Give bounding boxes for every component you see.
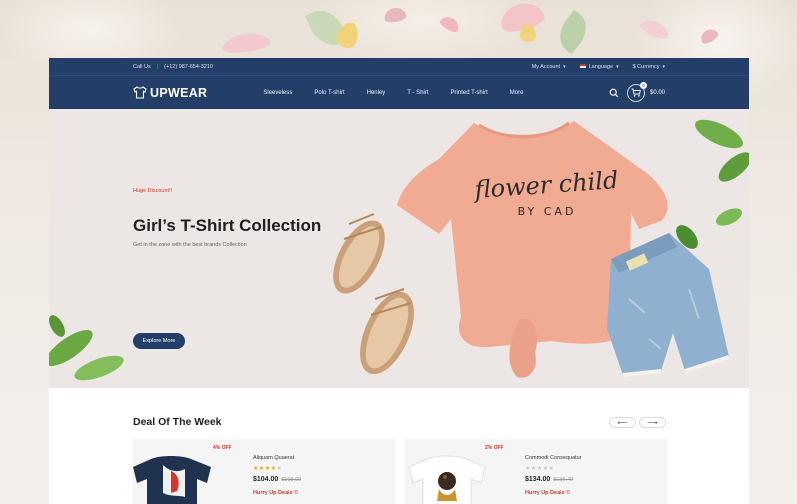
- product-name[interactable]: Commodi Consequatur: [525, 455, 582, 461]
- currency-menu[interactable]: $ Currency ▾: [633, 64, 665, 70]
- arrow-left-icon: ⟵: [617, 419, 628, 427]
- hero-subtitle: Get in the zone with the best brands Col…: [133, 242, 247, 248]
- deal-product-card[interactable]: 2% OFF Commodi Consequatur ★★★★★ $134.00…: [405, 439, 667, 504]
- arrow-right-icon: ⟶: [647, 419, 658, 427]
- petal-decoration: [520, 24, 536, 42]
- old-price: $136.40: [553, 477, 574, 483]
- current-price: $134.00: [525, 476, 551, 483]
- language-label: Language: [588, 63, 614, 70]
- hurry-label: Hurry Up Deals !!: [525, 490, 570, 496]
- my-account-label: My Account: [531, 63, 561, 70]
- separator: |: [156, 63, 159, 70]
- menu-item-printed[interactable]: Printed T-shirt: [451, 90, 488, 96]
- product-image[interactable]: [133, 451, 243, 504]
- currency-label: $ Currency: [632, 63, 660, 70]
- hurry-label: Hurry Up Deals !!: [253, 490, 298, 496]
- explore-more-button[interactable]: Explore More: [133, 333, 185, 349]
- language-menu[interactable]: Language ▾: [579, 63, 619, 70]
- current-price: $104.00: [253, 476, 279, 483]
- petal-decoration: [438, 13, 462, 35]
- main-menu: Sleeveless Polo T-shirt Henley T - Shirt…: [263, 90, 545, 96]
- chevron-down-icon: ▾: [662, 63, 665, 70]
- leaf-decoration: [551, 9, 595, 55]
- shirt-print-line2: BY CAD: [518, 205, 577, 218]
- main-navbar: UPWEAR Sleeveless Polo T-shirt Henley T …: [49, 75, 749, 109]
- rating-stars: ★★★★★: [253, 466, 283, 472]
- cart-button[interactable]: 0: [626, 81, 647, 102]
- tshirt-logo-icon: [133, 86, 147, 99]
- menu-item-sleeveless[interactable]: Sleeveless: [263, 90, 292, 96]
- old-price: $108.00: [281, 477, 302, 483]
- petal-decoration: [382, 6, 408, 24]
- menu-item-polo[interactable]: Polo T-shirt: [314, 90, 344, 96]
- product-name[interactable]: Aliquam Quaerat: [253, 455, 294, 461]
- cart-total[interactable]: $0.00: [650, 90, 665, 96]
- deal-of-week-title: Deal Of The Week: [133, 416, 222, 428]
- cart-count-badge: 0: [639, 81, 647, 89]
- petal-decoration: [220, 30, 272, 56]
- search-icon[interactable]: [609, 88, 619, 98]
- top-bar: Call Us | (+12) 987-654-3210 My Account ▾…: [49, 58, 749, 75]
- denim-shorts-image: [607, 233, 730, 377]
- hero-image: flower child BY CAD: [333, 119, 749, 378]
- my-account-menu[interactable]: My Account ▾: [532, 64, 566, 70]
- store-page: Call Us | (+12) 987-654-3210 My Account ▾…: [49, 58, 749, 504]
- rating-stars: ★★★★★: [525, 466, 555, 472]
- petal-decoration: [698, 26, 720, 46]
- sandals-image: [333, 213, 414, 375]
- menu-item-more[interactable]: More: [510, 90, 524, 96]
- hero-banner: Huge Discount!! Girl’s T-Shirt Collectio…: [49, 109, 749, 388]
- product-price: $134.00 $136.40: [525, 476, 573, 483]
- leaf-decoration: [715, 208, 743, 226]
- leaf-decoration: [695, 119, 743, 149]
- deal-product-card[interactable]: 4% OFF Aliquam Quaerat ★★★★★ $104.00 $108…: [133, 439, 395, 504]
- hero-badge: Huge Discount!!: [133, 188, 173, 194]
- chevron-down-icon: ▾: [616, 63, 619, 70]
- flag-icon: [579, 64, 586, 69]
- petal-decoration: [638, 16, 672, 42]
- phone-number: (+12) 987-654-3210: [164, 63, 213, 70]
- menu-item-henley[interactable]: Henley: [367, 90, 386, 96]
- call-label: Call Us: [133, 63, 151, 70]
- cart-icon: [631, 88, 641, 97]
- leaf-decoration: [718, 152, 749, 182]
- site-logo[interactable]: UPWEAR: [133, 86, 207, 100]
- deal-next-button[interactable]: ⟶: [639, 417, 666, 428]
- leaf-decoration: [49, 315, 124, 381]
- deal-prev-button[interactable]: ⟵: [609, 417, 636, 428]
- product-price: $104.00 $108.00: [253, 476, 301, 483]
- menu-item-tshirt[interactable]: T - Shirt: [407, 90, 428, 96]
- logo-text: UPWEAR: [150, 85, 208, 100]
- chevron-down-icon: ▾: [563, 63, 566, 70]
- product-image[interactable]: [405, 451, 515, 504]
